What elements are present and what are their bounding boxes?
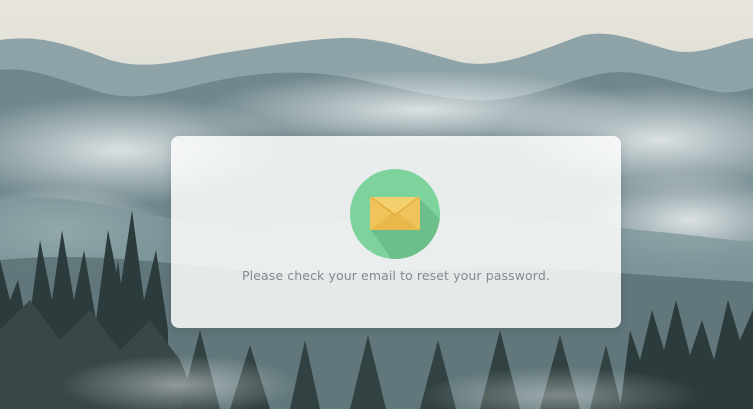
background-scene: Please check your email to reset your pa… [0,0,753,409]
envelope-icon [350,169,440,259]
reset-confirmation-card: Please check your email to reset your pa… [171,136,621,328]
reset-message: Please check your email to reset your pa… [242,268,550,283]
